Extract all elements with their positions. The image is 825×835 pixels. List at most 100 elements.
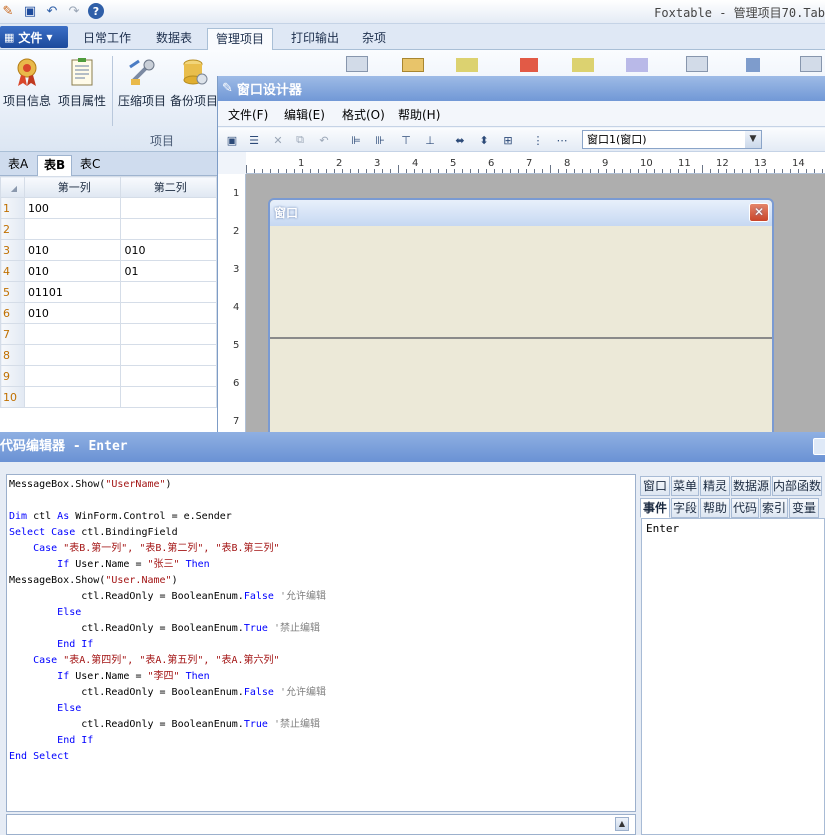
form-title-bar[interactable]: 窗口 ✕ [270,200,772,226]
file-menu-button[interactable]: ▦ 文件 ▼ [0,26,68,48]
side-tab[interactable]: 字段 [671,498,699,518]
sheet-tab-a[interactable]: 表A [2,155,34,176]
table-cell[interactable] [120,302,217,324]
backup-project-button[interactable]: 备份项目 [170,56,218,109]
table-row[interactable]: 6 010 [0,302,217,324]
table-cell[interactable]: 010 [23,260,122,282]
table-cell[interactable] [23,365,122,387]
table-cell[interactable] [23,386,122,408]
align-right-icon[interactable]: ⊪ [372,132,388,148]
data-grid[interactable]: ◢ 第一列 第二列 1 100 2 3 010 010 4 010 01 5 01101 6 010 7 8… [0,176,217,432]
table-row[interactable]: 10 [0,386,217,408]
tab-daily-work[interactable]: 日常工作 [74,28,140,50]
table-row[interactable]: 7 [0,323,217,345]
table-cell[interactable] [120,281,217,303]
save-icon[interactable]: ▣ [22,3,38,19]
tab-print-output[interactable]: 打印输出 [282,28,348,50]
table-cell[interactable]: 100 [23,197,122,219]
horizontal-spacing-icon[interactable]: ⋯ [554,132,570,148]
side-tab-events[interactable]: 事件 [640,498,670,518]
table-cell[interactable]: 01101 [23,281,122,303]
table-row[interactable]: 4 010 01 [0,260,217,282]
menu-help[interactable]: 帮助(H) [398,106,440,123]
table-row[interactable]: 2 [0,218,217,240]
properties-icon[interactable]: ☰ [246,132,262,148]
row-number[interactable]: 9 [0,365,25,387]
design-form[interactable]: 窗口 ✕ [268,198,774,432]
row-number[interactable]: 3 [0,239,25,261]
vertical-spacing-icon[interactable]: ⋮ [530,132,546,148]
column-header[interactable]: 第一列 [23,176,122,198]
maximize-icon[interactable] [813,438,825,455]
same-size-icon[interactable]: ⊞ [500,132,516,148]
row-number[interactable]: 8 [0,344,25,366]
row-number[interactable]: 1 [0,197,25,219]
code-text-area[interactable]: MessageBox.Show("UserName") Dim ctl As Wi… [6,474,636,812]
column-header[interactable]: 第二列 [120,176,217,198]
chevron-down-icon[interactable]: ▼ [745,131,761,148]
menu-edit[interactable]: 编辑(E) [284,106,325,123]
event-list[interactable]: Enter [641,518,825,835]
side-tab[interactable]: 帮助 [700,498,730,518]
table-cell[interactable] [23,323,122,345]
table-cell[interactable] [23,218,122,240]
table-cell[interactable] [120,218,217,240]
side-tab[interactable]: 代码 [731,498,759,518]
table-row[interactable]: 9 [0,365,217,387]
corner-cell[interactable]: ◢ [0,176,25,198]
table-cell[interactable] [120,365,217,387]
side-tab[interactable]: 数据源 [731,476,771,496]
row-number[interactable]: 10 [0,386,25,408]
compress-project-button[interactable]: 压缩项目 [116,56,168,109]
project-properties-button[interactable]: 项目属性 [56,56,108,109]
side-tab[interactable]: 菜单 [671,476,699,496]
row-number[interactable]: 6 [0,302,25,324]
table-row[interactable]: 1 100 [0,197,217,219]
row-number[interactable]: 5 [0,281,25,303]
sheet-tab-c[interactable]: 表C [74,155,106,176]
align-bottom-icon[interactable]: ⊥ [422,132,438,148]
table-cell[interactable]: 010 [120,239,217,261]
tab-manage-project[interactable]: 管理项目 [207,28,273,51]
close-icon[interactable]: ✕ [749,203,769,222]
table-cell[interactable] [120,323,217,345]
menu-format[interactable]: 格式(O) [342,106,385,123]
tab-data-tables[interactable]: 数据表 [146,28,202,50]
sheet-tab-b[interactable]: 表B [37,155,73,176]
cut-icon[interactable]: ✕ [270,132,286,148]
row-number[interactable]: 7 [0,323,25,345]
same-width-icon[interactable]: ⬌ [452,132,468,148]
side-tab[interactable]: 内部函数 [772,476,822,496]
save-icon[interactable]: ▣ [224,132,240,148]
side-tab[interactable]: 精灵 [700,476,730,496]
row-number[interactable]: 4 [0,260,25,282]
table-cell[interactable] [23,344,122,366]
copy-icon[interactable]: ⧉ [292,132,308,148]
design-canvas[interactable]: 窗口 ✕ [246,174,825,432]
help-icon[interactable]: ? [88,3,104,19]
code-input-bar[interactable]: ▲ [6,814,636,835]
table-cell[interactable] [120,197,217,219]
table-row[interactable]: 8 [0,344,217,366]
menu-file[interactable]: 文件(F) [228,106,268,123]
table-cell[interactable] [120,386,217,408]
window-select[interactable]: 窗口1(窗口) ▼ [582,130,762,149]
table-row[interactable]: 5 01101 [0,281,217,303]
table-cell[interactable]: 01 [120,260,217,282]
side-tab[interactable]: 变量 [789,498,819,518]
side-tab[interactable]: 窗口 [640,476,670,496]
table-cell[interactable] [120,344,217,366]
event-list-item[interactable]: Enter [646,522,820,535]
redo-icon[interactable]: ↷ [66,3,82,19]
align-left-icon[interactable]: ⊫ [348,132,364,148]
scroll-up-icon[interactable]: ▲ [615,817,629,831]
tab-misc[interactable]: 杂项 [354,28,394,50]
align-top-icon[interactable]: ⊤ [398,132,414,148]
table-cell[interactable]: 010 [23,302,122,324]
project-info-button[interactable]: 项目信息 [2,56,52,109]
form-panel[interactable] [270,337,772,432]
undo-icon[interactable]: ↶ [316,132,332,148]
same-height-icon[interactable]: ⬍ [476,132,492,148]
table-cell[interactable]: 010 [23,239,122,261]
undo-icon[interactable]: ↶ [44,3,60,19]
